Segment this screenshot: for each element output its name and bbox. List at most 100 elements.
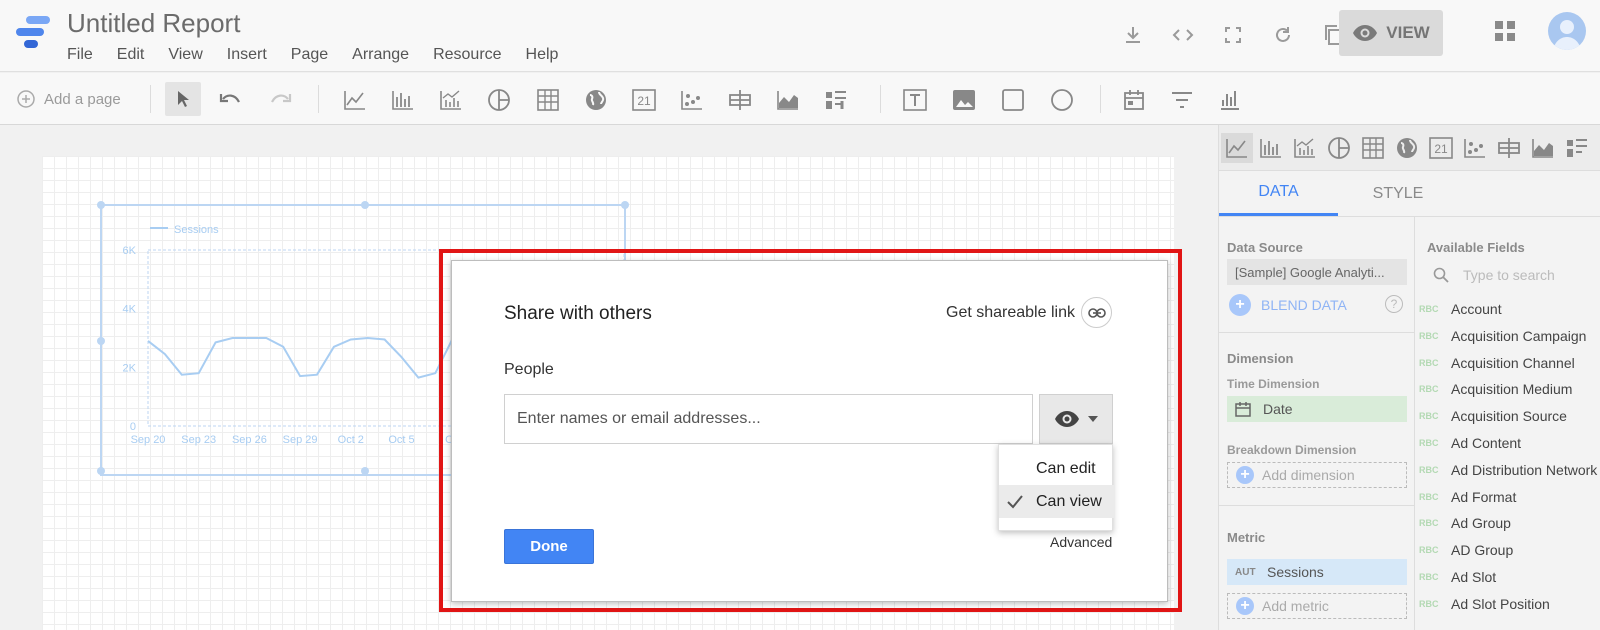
table-icon[interactable] xyxy=(533,85,563,115)
editor-toolbar: Add a page 21 xyxy=(0,73,1600,182)
field-name: Acquisition Medium xyxy=(1451,381,1573,398)
add-page-button[interactable]: Add a page xyxy=(16,89,121,109)
permission-dropdown[interactable] xyxy=(1039,394,1113,444)
resize-handle[interactable] xyxy=(361,201,369,209)
embed-code-icon[interactable] xyxy=(1168,20,1198,50)
download-icon[interactable] xyxy=(1118,20,1148,50)
menu-help[interactable]: Help xyxy=(526,46,559,64)
resize-handle[interactable] xyxy=(97,337,105,345)
apps-grid-icon[interactable] xyxy=(1494,20,1516,42)
field-type-badge: RBC xyxy=(1419,357,1439,368)
circle-icon[interactable] xyxy=(1047,85,1077,115)
field-type-badge: RBC xyxy=(1419,411,1439,422)
bar-chart-icon[interactable] xyxy=(388,85,418,115)
time-series-icon[interactable] xyxy=(340,85,370,115)
data-control-icon[interactable] xyxy=(1215,85,1245,115)
bullet-chart-icon[interactable] xyxy=(821,85,851,115)
field-name: Acquisition Source xyxy=(1451,408,1567,425)
fullscreen-icon[interactable] xyxy=(1218,20,1248,50)
field-item[interactable]: RBC Ad Slot xyxy=(1419,564,1496,590)
field-item[interactable]: RBC AD Group xyxy=(1419,537,1513,563)
view-button[interactable]: VIEW xyxy=(1339,10,1443,56)
field-name: Acquisition Campaign xyxy=(1451,327,1587,344)
toolbar-divider xyxy=(1100,85,1101,113)
sessions-line xyxy=(147,335,470,379)
done-button[interactable]: Done xyxy=(504,529,594,564)
permission-option-can-edit[interactable]: Can edit xyxy=(999,452,1114,485)
field-item[interactable]: RBC Acquisition Source xyxy=(1419,403,1567,429)
field-item[interactable]: RBC Acquisition Medium xyxy=(1419,376,1572,402)
account-avatar-icon[interactable] xyxy=(1548,12,1586,50)
properties-panel: 21 DATA STYLE Data Source [Sample] Googl… xyxy=(1218,125,1600,630)
field-item[interactable]: RBC Ad Format xyxy=(1419,484,1516,510)
menu-insert[interactable]: Insert xyxy=(227,46,267,64)
people-input[interactable] xyxy=(504,394,1033,444)
field-item[interactable]: RBC Ad Group xyxy=(1419,510,1511,536)
add-page-label: Add a page xyxy=(44,90,121,108)
menu-resource[interactable]: Resource xyxy=(433,46,501,64)
eye-icon xyxy=(1353,25,1378,41)
area-chart-icon[interactable] xyxy=(773,85,803,115)
report-title[interactable]: Untitled Report xyxy=(67,8,240,39)
caret-down-icon xyxy=(1088,416,1098,422)
redo-icon[interactable] xyxy=(265,85,295,115)
field-item[interactable]: RBC Account xyxy=(1419,296,1502,322)
undo-icon[interactable] xyxy=(216,85,246,115)
field-type-badge: RBC xyxy=(1419,464,1439,475)
pivot-table-icon[interactable] xyxy=(725,85,755,115)
get-shareable-link[interactable]: Get shareable link xyxy=(946,304,1075,322)
checkmark-icon xyxy=(1007,494,1023,508)
scorecard-icon[interactable]: 21 xyxy=(629,85,659,115)
field-item[interactable]: RBC Ad Slot Position xyxy=(1419,591,1550,617)
date-range-icon[interactable] xyxy=(1119,85,1149,115)
resize-handle[interactable] xyxy=(361,467,369,475)
menu-file[interactable]: File xyxy=(67,46,93,64)
geo-map-icon[interactable] xyxy=(581,85,611,115)
field-name: AD Group xyxy=(1451,542,1514,559)
y-tick-label: 2K xyxy=(123,362,137,374)
eye-icon xyxy=(1055,411,1079,427)
menu-view[interactable]: View xyxy=(168,46,202,64)
data-studio-logo-icon[interactable] xyxy=(14,14,52,50)
field-item[interactable]: RBC Acquisition Channel xyxy=(1419,350,1575,376)
field-name: Account xyxy=(1451,301,1502,317)
scatter-icon[interactable] xyxy=(677,85,707,115)
field-type-badge: RBC xyxy=(1419,545,1439,556)
field-item[interactable]: RBC Ad Content xyxy=(1419,430,1521,456)
field-type-badge: RBC xyxy=(1419,438,1439,448)
field-name: Ad Format xyxy=(1451,488,1517,505)
filter-control-icon[interactable] xyxy=(1167,85,1197,115)
dialog-title: Share with others xyxy=(504,303,652,324)
field-type-badge: RBC xyxy=(1419,518,1439,529)
select-icon[interactable] xyxy=(165,82,201,116)
y-tick-label: 0 xyxy=(130,421,136,433)
field-item[interactable]: RBC Acquisition Campaign xyxy=(1419,323,1586,349)
image-icon[interactable] xyxy=(949,85,979,115)
app-header: Untitled Report File Edit View Insert Pa… xyxy=(0,0,1600,72)
field-item[interactable]: RBC Ad Distribution Network xyxy=(1419,457,1597,483)
x-tick-label: Oct 2 xyxy=(338,434,364,446)
menu-edit[interactable]: Edit xyxy=(117,46,145,64)
menu-page[interactable]: Page xyxy=(291,46,328,64)
resize-handle[interactable] xyxy=(621,201,629,209)
y-tick-label: 6K xyxy=(123,245,137,257)
field-type-badge: RBC xyxy=(1419,491,1439,502)
menu-arrange[interactable]: Arrange xyxy=(352,46,409,64)
text-icon[interactable] xyxy=(900,85,930,115)
resize-handle[interactable] xyxy=(97,201,105,209)
combo-chart-icon[interactable] xyxy=(436,85,466,115)
add-circle-icon xyxy=(17,90,35,108)
field-name: Ad Distribution Network xyxy=(1451,461,1598,478)
rectangle-icon[interactable] xyxy=(998,85,1028,115)
x-tick-label: Sep 29 xyxy=(283,434,318,446)
resize-handle[interactable] xyxy=(97,467,105,475)
link-icon[interactable] xyxy=(1081,297,1112,328)
x-tick-label: Sep 23 xyxy=(181,434,216,446)
field-type-badge: RBC xyxy=(1419,384,1439,395)
permission-option-can-view[interactable]: Can view xyxy=(999,485,1114,518)
pie-chart-icon[interactable] xyxy=(484,85,514,115)
refresh-icon[interactable] xyxy=(1268,20,1298,50)
advanced-link[interactable]: Advanced xyxy=(1050,534,1112,550)
field-name: Acquisition Channel xyxy=(1451,354,1575,371)
field-name: Ad Content xyxy=(1451,435,1522,451)
